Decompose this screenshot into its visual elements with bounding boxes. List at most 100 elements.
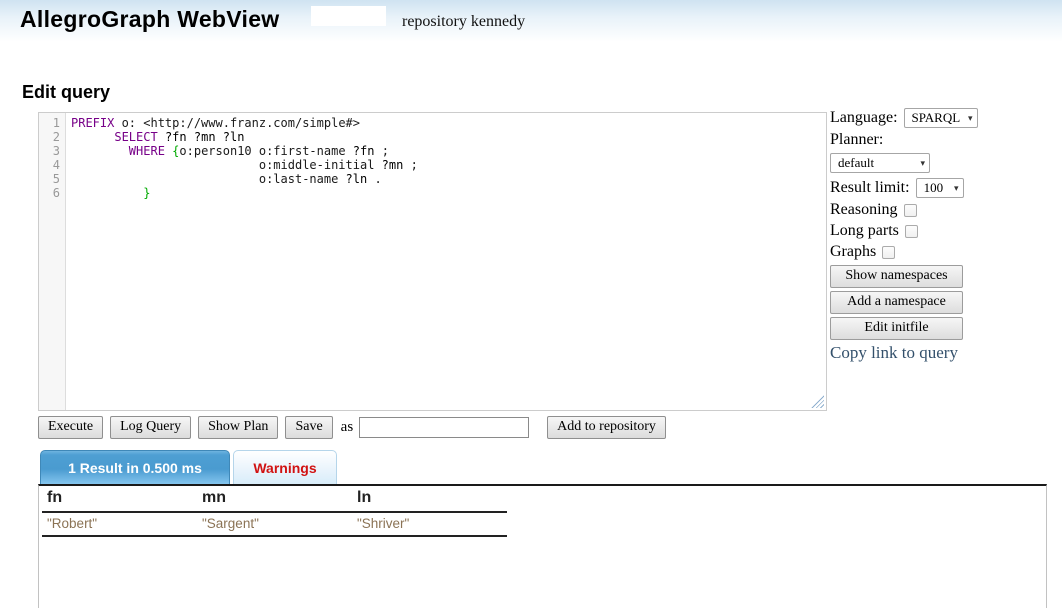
code-line: WHERE {o:person10 o:first-name ?fn ; xyxy=(71,144,826,158)
add-a-namespace-button[interactable]: Add a namespace xyxy=(830,291,963,314)
code-token: . xyxy=(367,172,381,186)
code-token: ?fn xyxy=(165,130,187,144)
code-line: o:middle-initial ?mn ; xyxy=(71,158,826,172)
result-limit-value: 100 xyxy=(924,180,944,196)
result-limit-select[interactable]: 100 ▾ xyxy=(916,178,964,198)
tab-results[interactable]: 1 Result in 0.500 ms xyxy=(40,450,230,484)
option-row: Long parts xyxy=(830,222,1058,240)
code-token: ; xyxy=(374,144,388,158)
table-cell: "Robert" xyxy=(42,512,197,536)
graphs-checkbox[interactable] xyxy=(882,246,895,259)
planner-label: Planner: xyxy=(830,131,883,149)
chevron-down-icon: ▾ xyxy=(920,158,925,169)
actions-row: Execute Log Query Show Plan Save as Add … xyxy=(38,416,666,439)
long-parts-label: Long parts xyxy=(830,222,899,240)
language-label: Language: xyxy=(830,109,898,127)
logo-placeholder xyxy=(311,6,386,26)
language-value: SPARQL xyxy=(912,110,961,126)
code-token: o:middle-initial xyxy=(71,158,382,172)
nav-left: ↶ | Repository | Queries | Utilities | Admin | Us… xyxy=(9,45,379,62)
app-title: AllegroGraph WebView xyxy=(20,6,279,33)
long-parts-checkbox[interactable] xyxy=(905,225,918,238)
column-header-ln: ln xyxy=(352,486,507,512)
results-panel: fnmnln "Robert""Sargent""Shriver" xyxy=(38,484,1047,608)
line-number: 3 xyxy=(39,144,60,158)
query-editor[interactable]: 123456 PREFIX o: <http://www.franz.com/s… xyxy=(38,112,827,411)
page-title: Edit query xyxy=(22,82,110,103)
execute-button[interactable]: Execute xyxy=(38,416,103,439)
code-token: WHERE xyxy=(129,144,165,158)
nav-separator: | xyxy=(116,46,120,61)
result-limit-label: Result limit: xyxy=(830,179,910,197)
repository-label: repository kennedy xyxy=(402,13,525,31)
nav-separator: | xyxy=(251,46,255,61)
graphs-label: Graphs xyxy=(830,243,876,261)
show-plan-button[interactable]: Show Plan xyxy=(198,416,278,439)
result-tabs: 1 Result in 0.500 ms Warnings xyxy=(40,450,337,484)
nav-separator: | xyxy=(184,46,188,61)
code-line: o:last-name ?ln . xyxy=(71,172,826,186)
code-token xyxy=(158,130,165,144)
code-line: } xyxy=(71,186,826,200)
show-namespaces-button[interactable]: Show namespaces xyxy=(830,265,963,288)
code-token xyxy=(71,186,143,200)
nav-separator: | xyxy=(28,46,32,61)
chevron-down-icon: ▾ xyxy=(968,113,973,124)
code-token xyxy=(71,144,129,158)
query-code[interactable]: PREFIX o: <http://www.franz.com/simple#>… xyxy=(66,113,826,410)
copy-link-to-query[interactable]: Copy link to query xyxy=(830,343,1058,363)
back-arrow-icon[interactable]: ↶ xyxy=(9,45,21,62)
code-token: o: <http://www.franz.com/simple#> xyxy=(114,116,360,130)
save-button[interactable]: Save xyxy=(285,416,332,439)
code-token xyxy=(187,130,194,144)
code-token: SELECT xyxy=(114,130,157,144)
edit-initfile-button[interactable]: Edit initfile xyxy=(830,317,963,340)
language-select[interactable]: SPARQL ▾ xyxy=(904,108,978,128)
add-to-repository-button[interactable]: Add to repository xyxy=(547,416,666,439)
line-number-gutter: 123456 xyxy=(39,113,66,410)
line-number: 2 xyxy=(39,130,60,144)
code-token: o:last-name xyxy=(71,172,346,186)
reasoning-label: Reasoning xyxy=(830,201,898,219)
code-token: } xyxy=(143,186,150,200)
code-token: ; xyxy=(403,158,417,172)
planner-select[interactable]: default ▾ xyxy=(830,153,930,173)
table-cell: "Shriver" xyxy=(352,512,507,536)
column-header-fn: fn xyxy=(42,486,197,512)
code-token: ?mn xyxy=(194,130,216,144)
option-row: Graphs xyxy=(830,243,1058,261)
code-token: ?mn xyxy=(382,158,404,172)
planner-value: default xyxy=(838,155,874,171)
log-query-button[interactable]: Log Query xyxy=(110,416,191,439)
chevron-down-icon: ▾ xyxy=(954,183,959,194)
code-line: PREFIX o: <http://www.franz.com/simple#> xyxy=(71,116,826,130)
code-token xyxy=(216,130,223,144)
query-options-panel: Language: SPARQL ▾ Planner: default ▾ Re… xyxy=(830,108,1058,363)
save-name-input[interactable] xyxy=(359,417,529,438)
option-row: Reasoning xyxy=(830,201,1058,219)
line-number: 1 xyxy=(39,116,60,130)
nav-separator: | xyxy=(310,46,314,61)
nav-item-documentation[interactable]: Documentation xyxy=(955,46,1053,61)
code-line: SELECT ?fn ?mn ?ln xyxy=(71,130,826,144)
nav-item-admin[interactable]: Admin xyxy=(261,46,303,61)
code-token xyxy=(71,130,114,144)
as-label: as xyxy=(341,419,354,436)
nav-item-utilities[interactable]: Utilities xyxy=(195,46,244,61)
table-cell: "Sargent" xyxy=(197,512,352,536)
column-header-mn: mn xyxy=(197,486,352,512)
line-number: 5 xyxy=(39,172,60,186)
line-number: 6 xyxy=(39,186,60,200)
code-token: ?ln xyxy=(223,130,245,144)
reasoning-checkbox[interactable] xyxy=(904,204,917,217)
tab-warnings[interactable]: Warnings xyxy=(233,450,337,484)
page: AllegroGraph WebView repository kennedy … xyxy=(0,0,1062,608)
nav-item-repository[interactable]: Repository xyxy=(39,46,110,61)
nav-item-user-test[interactable]: User test xyxy=(321,46,379,61)
header: AllegroGraph WebView repository kennedy xyxy=(0,0,1062,42)
nav-bar: ↶ | Repository | Queries | Utilities | Admin | Us… xyxy=(0,42,1062,65)
line-number: 4 xyxy=(39,158,60,172)
nav-item-queries[interactable]: Queries xyxy=(127,46,177,61)
code-token: ?ln xyxy=(346,172,368,186)
table-row: "Robert""Sargent""Shriver" xyxy=(42,512,507,536)
